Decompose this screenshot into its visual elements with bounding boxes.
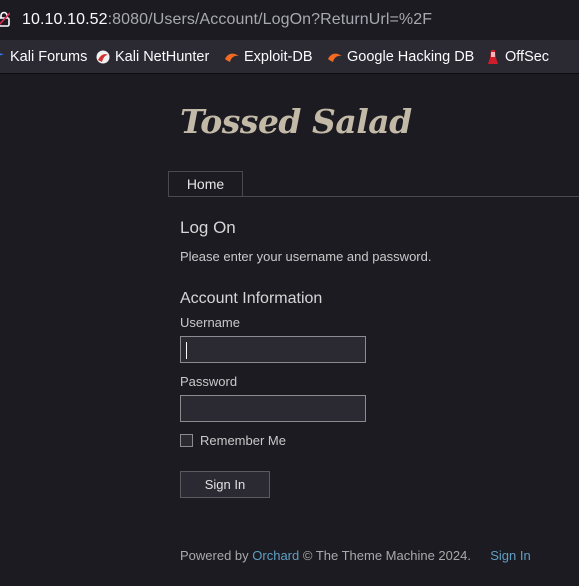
bookmark-label: Google Hacking DB [347, 49, 475, 65]
footer-powered-by: Powered by [180, 548, 249, 563]
logon-instructions: Please enter your username and password. [180, 249, 432, 264]
bookmark-label: Exploit-DB [244, 49, 313, 65]
orchard-link[interactable]: Orchard [252, 548, 299, 563]
url-host: 10.10.10.52 [22, 11, 108, 28]
bookmark-exploit-db[interactable]: Exploit-DB [224, 48, 313, 66]
password-label: Password [180, 374, 238, 389]
page-content: Tossed Salad Home Log On Please enter yo… [0, 74, 579, 586]
bookmark-offsec[interactable]: OffSec [485, 48, 549, 66]
sign-in-button[interactable]: Sign In [180, 471, 270, 498]
text-cursor [186, 342, 187, 359]
remember-me-checkbox[interactable] [180, 434, 193, 447]
account-info-heading: Account Information [180, 290, 323, 307]
remember-me[interactable]: Remember Me [180, 433, 286, 448]
kali-dragon-icon [0, 49, 6, 65]
bookmark-google-hacking-db[interactable]: Google Hacking DB [327, 48, 474, 66]
bookmark-kali-forums[interactable]: Kali Forums [0, 48, 87, 66]
offsec-icon [485, 49, 501, 65]
remember-me-label: Remember Me [200, 433, 286, 448]
bookmark-label: Kali NetHunter [115, 49, 210, 65]
page-title: Log On [180, 218, 236, 237]
footer-copyright: © The Theme Machine 2024. [302, 548, 471, 563]
bookmark-kali-nethunter[interactable]: Kali NetHunter [95, 48, 209, 66]
exploit-db-icon [224, 49, 240, 65]
nav-home-tab[interactable]: Home [168, 171, 243, 196]
url-text[interactable]: 10.10.10.52:8080/Users/Account/LogOn?Ret… [22, 11, 432, 29]
url-path: :8080/Users/Account/LogOn?ReturnUrl=%2F [107, 11, 433, 28]
nethunter-icon [95, 49, 111, 65]
nav-divider [168, 196, 579, 197]
bookmark-label: OffSec [505, 49, 550, 65]
footer-sign-in-link[interactable]: Sign In [490, 548, 530, 563]
username-label: Username [180, 315, 240, 330]
username-field[interactable] [180, 336, 366, 363]
lock-icon[interactable] [0, 11, 11, 27]
url-bar[interactable]: 10.10.10.52:8080/Users/Account/LogOn?Ret… [0, 0, 579, 40]
bookmarks-bar: Kali Forums Kali NetHunter Exploit-DB Go… [0, 40, 579, 74]
footer: Powered by Orchard © The Theme Machine 2… [180, 548, 531, 563]
password-field[interactable] [180, 395, 366, 422]
ghdb-icon [327, 49, 343, 65]
site-title[interactable]: Tossed Salad [180, 102, 412, 141]
bookmark-label: Kali Forums [10, 49, 88, 65]
